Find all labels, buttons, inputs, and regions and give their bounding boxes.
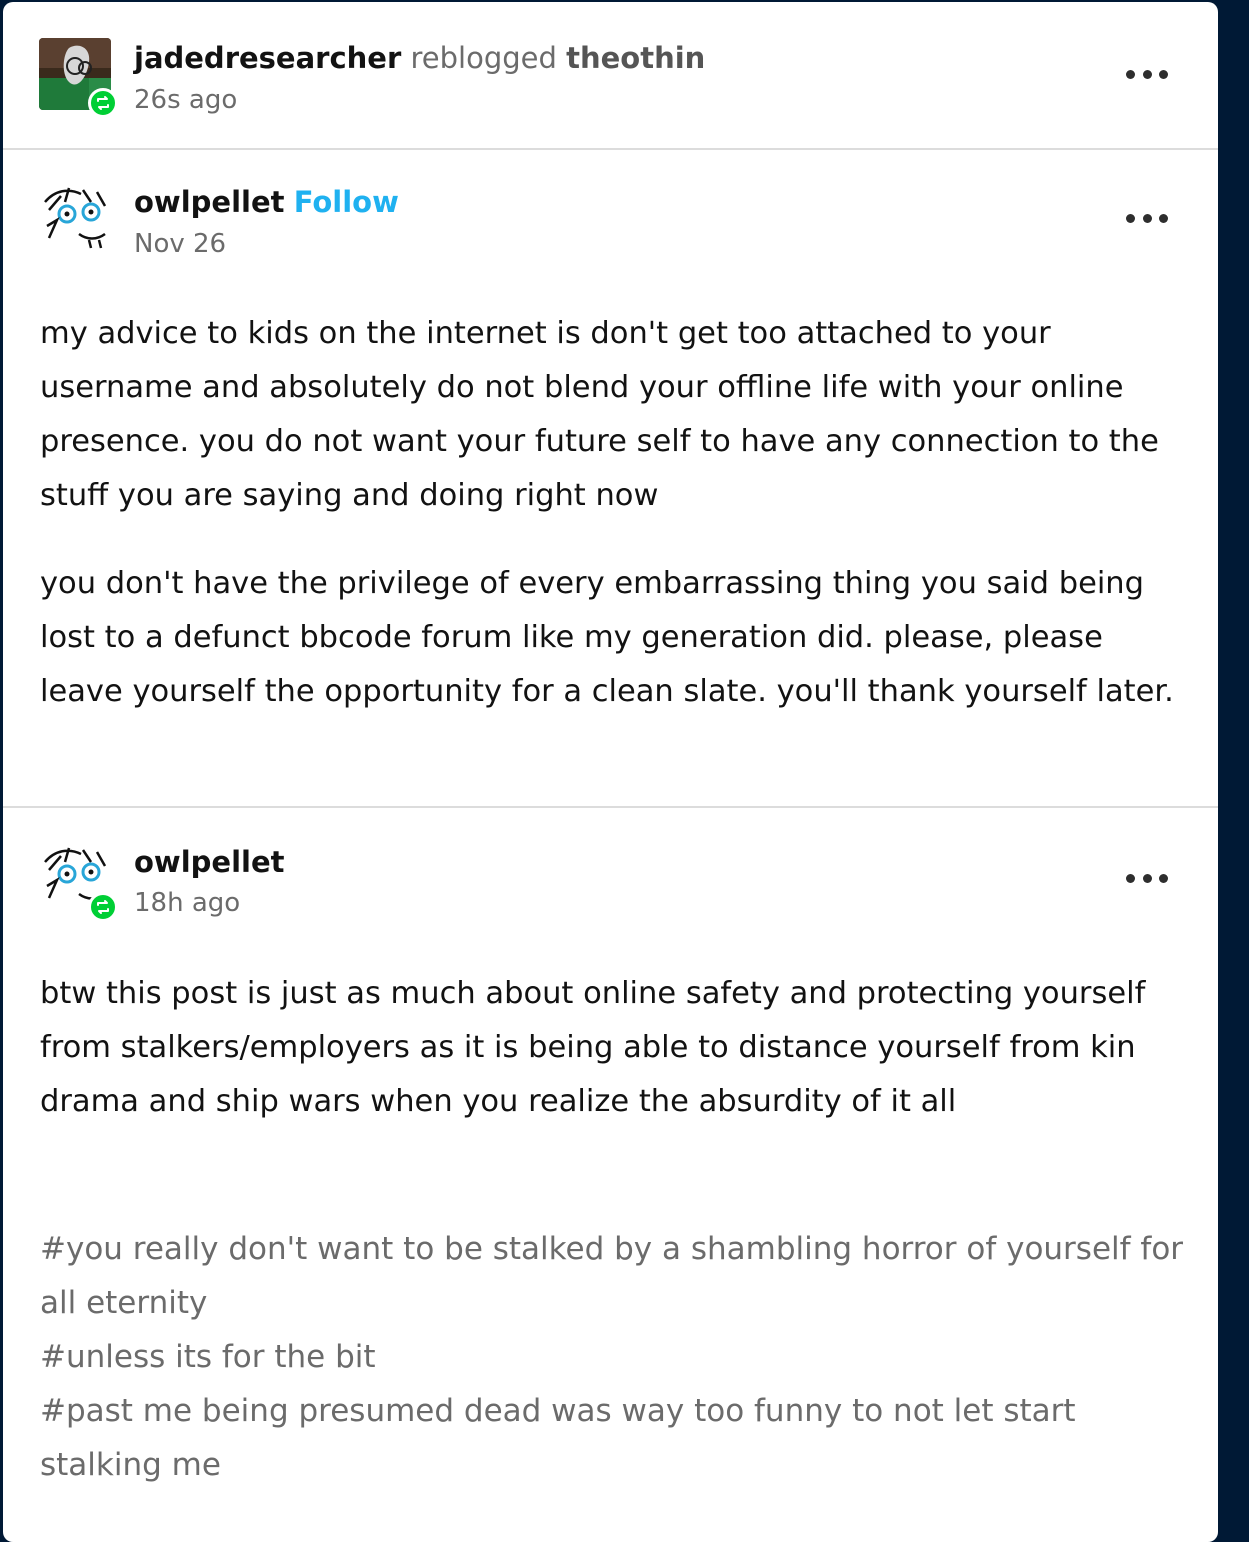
post2-author-name[interactable]: owlpellet [134, 845, 285, 879]
post1-paragraph: you don't have the privilege of every em… [40, 566, 1174, 709]
post2-body: btw this post is just as much about onli… [40, 967, 1190, 1129]
more-options-icon[interactable] [1126, 64, 1168, 84]
reblog-badge-icon [88, 88, 118, 118]
post2-tags: #you really don't want to be stalked by … [40, 1222, 1190, 1492]
post1-author-line: owlpellet Follow [134, 184, 399, 220]
reblog-action: reblogged [410, 41, 557, 75]
reblog-line: jadedresearcher reblogged theothin [134, 40, 705, 76]
source-blog-name[interactable]: theothin [566, 41, 705, 75]
post2-time[interactable]: 18h ago [134, 887, 240, 919]
post1-paragraph: my advice to kids on the internet is don… [40, 316, 1159, 513]
tag-link[interactable]: #unless its for the bit [40, 1330, 1190, 1384]
post1-date[interactable]: Nov 26 [134, 228, 226, 260]
reblog-badge-icon [88, 892, 118, 922]
tag-link[interactable]: #past me being presumed dead was way too… [40, 1384, 1190, 1492]
reblogger-name[interactable]: jadedresearcher [134, 41, 401, 75]
post2-paragraph: btw this post is just as much about onli… [40, 976, 1146, 1119]
post1-body: my advice to kids on the internet is don… [40, 307, 1190, 719]
owlpellet-avatar[interactable] [39, 182, 111, 254]
follow-button[interactable]: Follow [294, 185, 399, 219]
post1-author-name[interactable]: owlpellet [134, 185, 285, 219]
post-card: jadedresearcher reblogged theothin 26s a… [3, 2, 1218, 1542]
divider [3, 148, 1218, 150]
more-options-icon[interactable] [1126, 868, 1168, 888]
divider [3, 806, 1218, 808]
more-options-icon[interactable] [1126, 208, 1168, 228]
reblog-time[interactable]: 26s ago [134, 84, 237, 116]
tag-link[interactable]: #you really don't want to be stalked by … [40, 1222, 1190, 1330]
post2-author-line: owlpellet [134, 844, 285, 880]
